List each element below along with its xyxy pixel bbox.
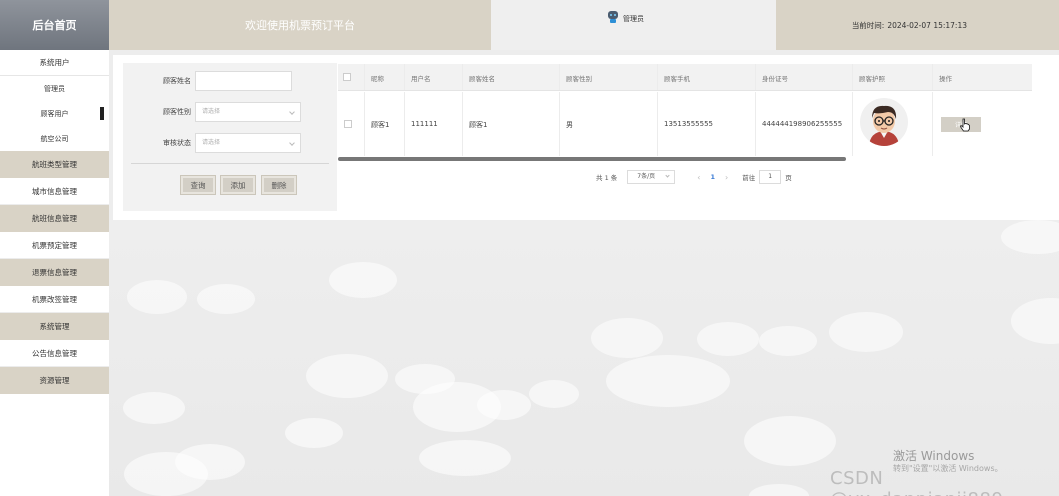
cell-nickname: 顾客1	[365, 92, 405, 156]
activation-watermark: 激活 Windows	[893, 449, 975, 463]
top-bar: 后台首页 欢迎使用机票预订平台 管理员 当前时间: 2024-02-07 15:…	[0, 0, 1059, 50]
select-all-cell	[338, 64, 365, 90]
status-placeholder: 请选择	[202, 139, 221, 146]
chevron-down-icon	[289, 109, 295, 115]
csdn-watermark: CSDN @vx_danpianji889	[830, 468, 1003, 496]
gender-select[interactable]: 请选择	[195, 102, 301, 122]
next-page-icon[interactable]: ›	[725, 173, 728, 182]
sidebar-item-cities[interactable]: 城市信息管理	[0, 178, 109, 205]
sidebar-item-flights[interactable]: 航班信息管理	[0, 205, 109, 232]
delete-button[interactable]: 删除	[261, 175, 297, 195]
gender-placeholder: 请选择	[202, 108, 221, 115]
time-value: 2024-02-07 15:17:13	[887, 20, 967, 30]
pagination-total: 共 1 条	[596, 174, 618, 182]
row-checkbox[interactable]	[344, 120, 352, 128]
robot-avatar-icon	[607, 9, 619, 23]
col-id-card: 身份证号	[756, 64, 853, 90]
status-label: 审核状态	[163, 139, 191, 147]
sidebar-item-customers[interactable]: 顾客用户	[0, 101, 109, 126]
user-role: 管理员	[623, 15, 644, 23]
gender-row: 顾客性别 请选择	[123, 102, 337, 122]
row-select-cell	[338, 92, 365, 156]
form-divider	[131, 163, 329, 164]
query-button[interactable]: 查询	[180, 175, 216, 195]
status-select[interactable]: 请选择	[195, 133, 301, 153]
user-menu[interactable]: 管理员	[491, 0, 776, 50]
add-button[interactable]: 添加	[220, 175, 256, 195]
table-scrollbar[interactable]	[338, 157, 846, 161]
sidebar-item-system[interactable]: 系统管理	[0, 313, 109, 340]
chevron-down-icon	[289, 140, 295, 146]
cell-username: 111111	[405, 92, 463, 156]
select-all-checkbox[interactable]	[343, 73, 351, 81]
name-input[interactable]	[195, 71, 292, 91]
current-time: 当前时间: 2024-02-07 15:17:13	[776, 0, 1059, 50]
home-link[interactable]: 后台首页	[0, 0, 109, 50]
cell-id-card: 444444198906255555	[756, 92, 853, 156]
col-passport: 顾客护照	[853, 64, 933, 90]
time-label: 当前时间:	[851, 20, 885, 30]
sidebar-item-bookings[interactable]: 机票预定管理	[0, 232, 109, 259]
page-size-value: 7条/页	[637, 173, 656, 180]
sidebar-item-resources[interactable]: 资源管理	[0, 367, 109, 394]
name-row: 顾客姓名	[123, 71, 337, 91]
sidebar-item-refunds[interactable]: 退票信息管理	[0, 259, 109, 286]
prev-page-icon[interactable]: ‹	[697, 173, 700, 182]
pagination: 共 1 条 7条/页 ‹ 1 › 前往 1 页	[596, 170, 792, 184]
hand-cursor-icon	[959, 118, 970, 132]
col-phone: 顾客手机	[658, 64, 756, 90]
sidebar-item-notices[interactable]: 公告信息管理	[0, 340, 109, 367]
welcome-banner: 欢迎使用机票预订平台	[109, 0, 491, 50]
goto-page-input[interactable]: 1	[759, 170, 782, 184]
table-row: 顾客1 111111 顾客1 男 13513555555 44444419890…	[338, 92, 1032, 156]
search-form: 顾客姓名 顾客性别 请选择 审核状态 请选择 查询 添加 删除	[123, 63, 337, 211]
table-header: 昵称 用户名 顾客姓名 顾客性别 顾客手机 身份证号 顾客护照 操作	[338, 64, 1032, 91]
cell-gender: 男	[560, 92, 658, 156]
col-username: 用户名	[405, 64, 463, 90]
sidebar: 系统用户 管理员 顾客用户 航空公司 航班类型管理 城市信息管理 航班信息管理 …	[0, 50, 109, 496]
col-action: 操作	[939, 75, 952, 83]
page-suffix: 页	[785, 174, 792, 182]
sidebar-item-airlines[interactable]: 航空公司	[0, 126, 109, 151]
cell-phone: 13513555555	[658, 92, 756, 156]
col-name: 顾客姓名	[463, 64, 560, 90]
customer-table: 昵称 用户名 顾客姓名 顾客性别 顾客手机 身份证号 顾客护照 操作 顾客1 1…	[338, 64, 1032, 162]
chevron-down-icon	[665, 173, 670, 178]
sidebar-item-changes[interactable]: 机票改签管理	[0, 286, 109, 313]
gender-label: 顾客性别	[163, 108, 191, 116]
col-nickname: 昵称	[365, 64, 405, 90]
name-label: 顾客姓名	[163, 77, 191, 85]
current-page[interactable]: 1	[710, 173, 715, 181]
page-size-select[interactable]: 7条/页	[627, 170, 676, 184]
passport-photo	[860, 98, 908, 146]
sidebar-item-flight-types[interactable]: 航班类型管理	[0, 151, 109, 178]
sidebar-item-admin[interactable]: 管理员	[0, 76, 109, 101]
col-gender: 顾客性别	[560, 64, 658, 90]
status-row: 审核状态 请选择	[123, 133, 337, 153]
cell-name: 顾客1	[463, 92, 560, 156]
main-panel: 顾客姓名 顾客性别 请选择 审核状态 请选择 查询 添加 删除 昵称 用户名 顾…	[113, 55, 1059, 220]
sidebar-item-system-users[interactable]: 系统用户	[0, 50, 109, 76]
goto-label: 前往	[742, 174, 756, 182]
